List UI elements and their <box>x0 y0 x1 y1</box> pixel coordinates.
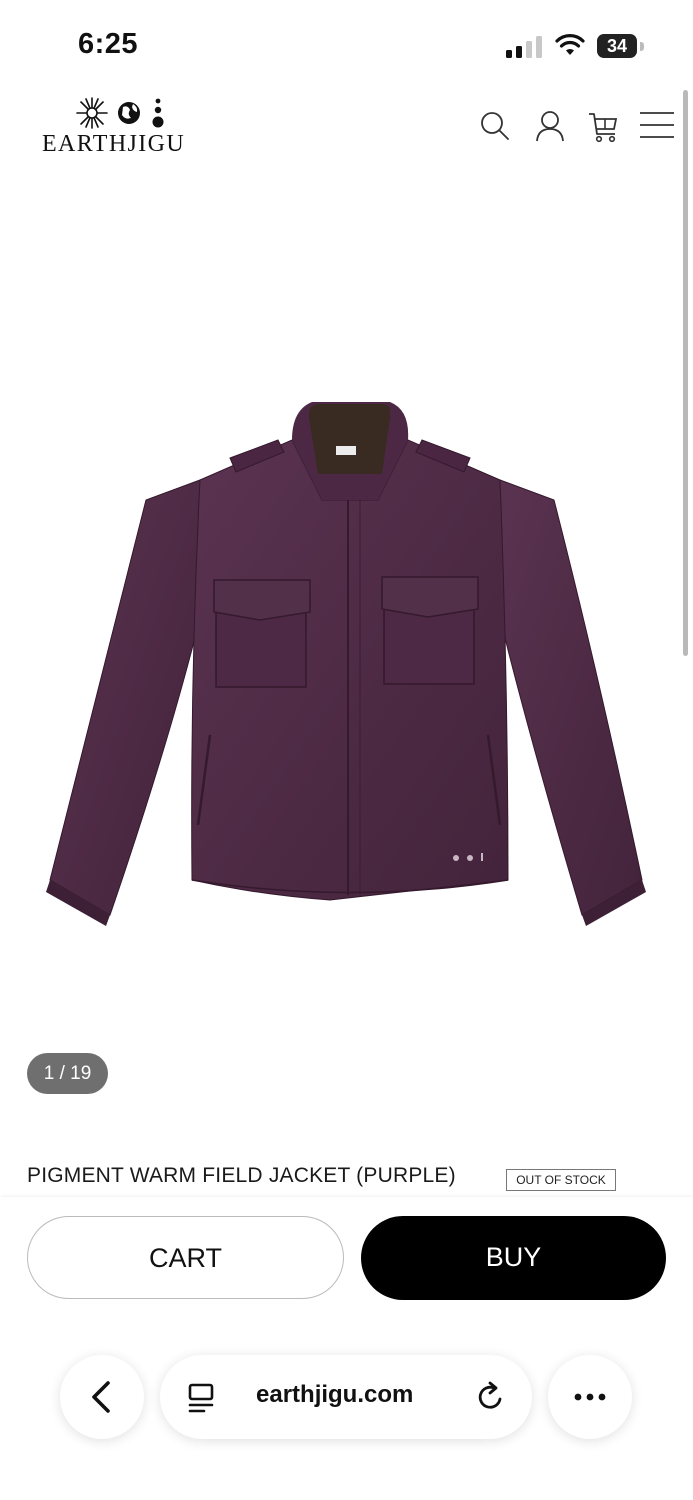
reader-icon[interactable] <box>186 1381 218 1415</box>
more-icon <box>574 1393 606 1401</box>
add-to-cart-button[interactable]: CART <box>27 1216 344 1299</box>
back-icon <box>92 1381 110 1413</box>
address-bar[interactable]: earthjigu.com <box>160 1355 532 1439</box>
cart-icon[interactable] <box>586 108 620 144</box>
status-time: 6:25 <box>78 28 139 60</box>
stock-status-badge: OUT OF STOCK <box>506 1169 616 1191</box>
buy-button[interactable]: BUY <box>361 1216 666 1300</box>
search-icon[interactable] <box>478 108 512 144</box>
page-scrollbar[interactable] <box>683 90 688 656</box>
browser-back-button[interactable] <box>60 1355 144 1439</box>
logo-icon[interactable] <box>75 95 170 131</box>
url-text[interactable]: earthjigu.com <box>256 1381 413 1409</box>
product-image[interactable] <box>30 380 670 940</box>
gallery-counter: 1 / 19 <box>27 1053 108 1094</box>
signal-icon <box>506 36 542 58</box>
wifi-icon <box>555 34 585 55</box>
reload-icon[interactable] <box>474 1379 508 1415</box>
product-title: PIGMENT WARM FIELD JACKET (PURPLE) <box>27 1164 456 1187</box>
brand-logo-text[interactable]: EARTHJIGU <box>42 131 185 158</box>
more-options-button[interactable] <box>548 1355 632 1439</box>
battery-icon: 34 <box>597 34 637 58</box>
battery-tip <box>640 42 644 51</box>
account-icon[interactable] <box>533 108 567 144</box>
menu-icon[interactable] <box>638 108 676 144</box>
